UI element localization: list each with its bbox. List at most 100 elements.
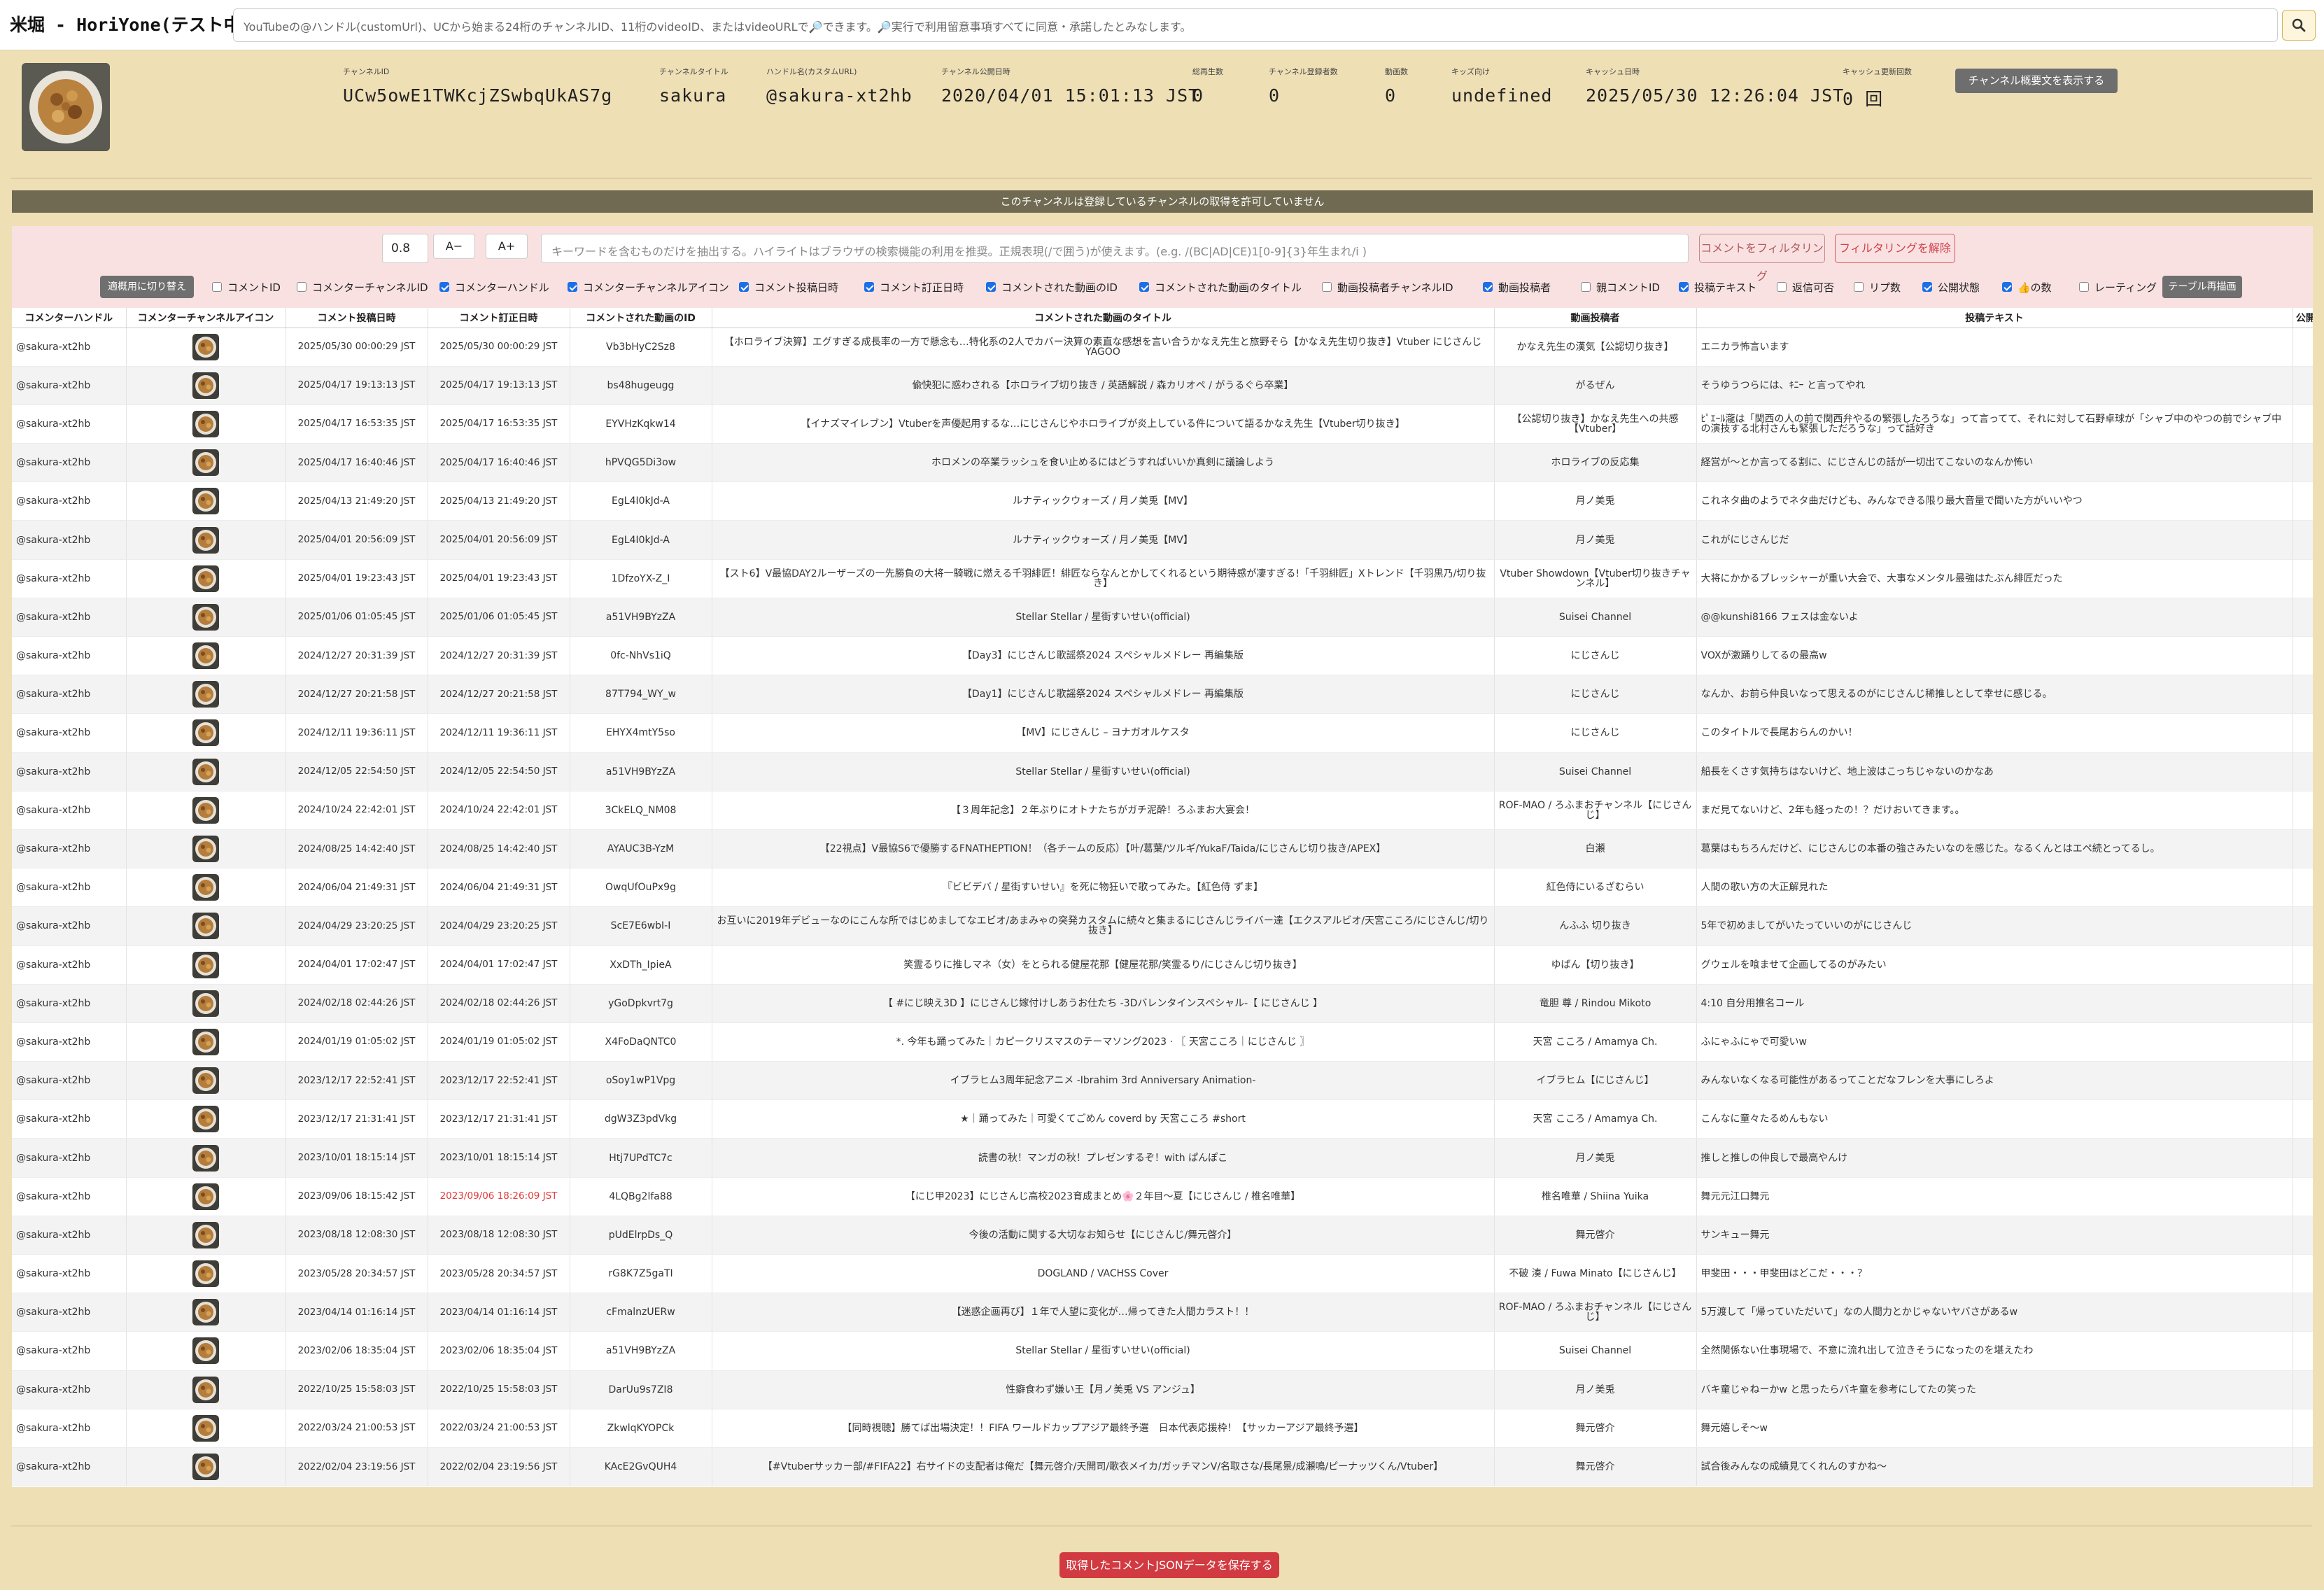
checkbox-checked-icon[interactable] (986, 282, 996, 292)
column-toggle-checkbox[interactable]: コメンターハンドル (439, 277, 549, 297)
cell-comment-text: 経営が〜とか言ってる割に、にじさんじの話が一切出てこないのなんか怖い (1696, 443, 2293, 483)
column-header[interactable]: コメント訂正日時 (428, 308, 570, 328)
meta-channel-title: チャンネルタイトル sakura (659, 67, 728, 106)
cell-video-id: pUdElrpDs_Q (570, 1216, 712, 1255)
cell-video-author: ゆばん【切り抜き】 (1494, 945, 1697, 985)
cell-public-state: 1 (2293, 1254, 2313, 1294)
checkbox-checked-icon[interactable] (1139, 282, 1149, 292)
show-description-button[interactable]: チャンネル概要文を表示する (1955, 69, 2118, 93)
redraw-table-button[interactable]: テーブル再描画 (2162, 276, 2242, 298)
cell-video-author: 月ノ美兎 (1494, 1138, 1697, 1178)
column-toggle-checkbox[interactable]: 公開状態 (1922, 277, 1980, 297)
commenter-avatar (192, 1260, 219, 1288)
cell-edited-at: 2025/04/01 19:23:43 JST (428, 559, 570, 598)
cell-avatar (126, 366, 286, 405)
column-header[interactable]: コメントされた動画のタイトル (712, 308, 1495, 328)
cell-avatar (126, 328, 286, 367)
cell-handle: @sakura-xt2hb (12, 328, 127, 367)
column-header[interactable]: 動画投稿者 (1494, 308, 1697, 328)
comments-table-container: コメンターハンドル コメンターチャンネルアイコン コメント投稿日時 コメント訂正日時コ… (12, 308, 2313, 1487)
cell-public-state: 1 (2293, 1293, 2313, 1332)
meta-published-at: チャンネル公開日時 2020/04/01 15:01:13 JST (941, 67, 1200, 106)
clear-filter-button[interactable]: フィルタリングを解除 (1835, 234, 1955, 263)
column-header[interactable]: コメントされた動画のID (570, 308, 712, 328)
search-button[interactable] (2282, 10, 2316, 41)
cell-handle: @sakura-xt2hb (12, 906, 127, 946)
checkbox-unchecked-icon[interactable] (1854, 282, 1864, 292)
column-toggle-checkbox[interactable]: コメントされた動画のID (986, 277, 1118, 297)
cell-edited-at: 2025/05/30 00:00:29 JST (428, 328, 570, 367)
column-toggle-checkbox[interactable]: 投稿テキスト (1679, 277, 1757, 297)
cell-video-author: 白瀬 (1494, 829, 1697, 869)
cell-video-id: KAcE2GvQUH4 (570, 1447, 712, 1487)
cell-video-id: ScE7E6wbI-I (570, 906, 712, 946)
checkbox-unchecked-icon[interactable] (1322, 282, 1332, 292)
cell-handle: @sakura-xt2hb (12, 675, 127, 715)
column-toggle-checkbox[interactable]: 👍の数 (2002, 277, 2052, 297)
cell-handle: @sakura-xt2hb (12, 791, 127, 830)
search-input[interactable]: YouTubeの@ハンドル(customUrl)、UCから始まる24桁のチャンネ… (233, 8, 2278, 42)
checkbox-checked-icon[interactable] (1483, 282, 1493, 292)
checkbox-unchecked-icon[interactable] (297, 282, 307, 292)
column-toggle-checkbox[interactable]: コメンターチャンネルアイコン (568, 277, 729, 297)
column-toggle-checkbox[interactable]: コメント投稿日時 (739, 277, 838, 297)
column-toggle-checkbox[interactable]: コメントID (212, 277, 281, 297)
commenter-avatar (192, 796, 219, 824)
save-json-button[interactable]: 取得したコメントJSONデータを保存する (1059, 1552, 1279, 1578)
checkbox-label: コメンターハンドル (455, 281, 549, 294)
checkbox-unchecked-icon[interactable] (212, 282, 222, 292)
checkbox-checked-icon[interactable] (439, 282, 449, 292)
column-header[interactable]: 公開状態(公開=1) (2293, 308, 2313, 328)
cell-avatar (126, 1370, 286, 1409)
cell-posted-at: 2024/12/05 22:54:50 JST (286, 752, 428, 792)
checkbox-label: コメントされた動画のタイトル (1155, 281, 1302, 294)
column-toggle-checkbox[interactable]: コメント訂正日時 (864, 277, 964, 297)
cell-video-id: 4LQBg2lfa88 (570, 1177, 712, 1216)
column-header[interactable]: コメンターチャンネルアイコン (126, 308, 286, 328)
checkbox-checked-icon[interactable] (1679, 282, 1689, 292)
cell-video-title: お互いに2019年デビューなのにこんな所ではじめましてなエビオ/あまみゃの突発カ… (712, 906, 1495, 946)
checkbox-checked-icon[interactable] (864, 282, 874, 292)
column-header[interactable]: コメント投稿日時 (286, 308, 428, 328)
cell-edited-at: 2025/04/17 16:53:35 JST (428, 404, 570, 444)
cell-avatar (126, 713, 286, 753)
cell-video-title: DOGLAND / VACHSS Cover (712, 1254, 1495, 1294)
font-scale-input[interactable]: 0.8 (382, 234, 428, 263)
column-header[interactable]: 投稿テキスト (1696, 308, 2293, 328)
checkbox-checked-icon[interactable] (739, 282, 749, 292)
column-toggle-checkbox[interactable]: 動画投稿者チャンネルID (1322, 277, 1453, 297)
cell-video-id: ZkwlqKYOPCk (570, 1409, 712, 1448)
table-row: @sakura-xt2hb 2023/12/17 22:52:41 JST 2023… (12, 1061, 2313, 1101)
top-bar: 米堀 - HoriYone(テスト中) YouTubeの@ハンドル(custom… (0, 0, 2324, 50)
cell-handle: @sakura-xt2hb (12, 1331, 127, 1371)
checkbox-checked-icon[interactable] (568, 282, 577, 292)
column-toggle-checkbox[interactable]: コメントされた動画のタイトル (1139, 277, 1302, 297)
cell-video-author: 紅色侍にいるざむらい (1494, 868, 1697, 908)
column-toggle-checkbox[interactable]: 動画投稿者 (1483, 277, 1551, 297)
cell-handle: @sakura-xt2hb (12, 481, 127, 521)
filter-comments-button[interactable]: コメントをフィルタリング (1699, 234, 1825, 283)
cell-video-title: 【MV】にじさんじ – ヨナガオルケスタ (712, 713, 1495, 753)
checkbox-checked-icon[interactable] (1922, 282, 1932, 292)
column-toggle-checkbox[interactable]: 返信可否 (1777, 277, 1834, 297)
cell-comment-text: グウェルを喰ませて企画してるのがみたい (1696, 945, 2293, 985)
font-decrease-button[interactable]: A− (433, 234, 475, 259)
cell-public-state: 1 (2293, 906, 2313, 946)
commenter-avatar (192, 488, 219, 515)
column-toggle-checkbox[interactable]: コメンターチャンネルID (297, 277, 428, 297)
column-toggle-checkbox[interactable]: リプ数 (1854, 277, 1901, 297)
checkbox-unchecked-icon[interactable] (1581, 282, 1591, 292)
checkbox-unchecked-icon[interactable] (1777, 282, 1787, 292)
toggle-view-button[interactable]: 適概用に切り替え (100, 276, 194, 298)
cell-video-id: 87T794_WY_w (570, 675, 712, 715)
keyword-filter-input[interactable]: キーワードを含むものだけを抽出する。ハイライトはブラウザの検索機能の利用を推奨。… (541, 234, 1689, 263)
font-increase-button[interactable]: A+ (486, 234, 528, 259)
table-row: @sakura-xt2hb 2024/01/19 01:05:02 JST 2024… (12, 1022, 2313, 1062)
column-toggle-checkbox[interactable]: 親コメントID (1581, 277, 1660, 297)
table-row: @sakura-xt2hb 2022/10/25 15:58:03 JST 2022… (12, 1370, 2313, 1409)
checkbox-checked-icon[interactable] (2002, 282, 2012, 292)
column-header[interactable]: コメンターハンドル (12, 308, 127, 328)
checkbox-unchecked-icon[interactable] (2079, 282, 2089, 292)
commenter-avatar (192, 1454, 219, 1481)
column-toggle-checkbox[interactable]: レーティング (2079, 277, 2157, 297)
